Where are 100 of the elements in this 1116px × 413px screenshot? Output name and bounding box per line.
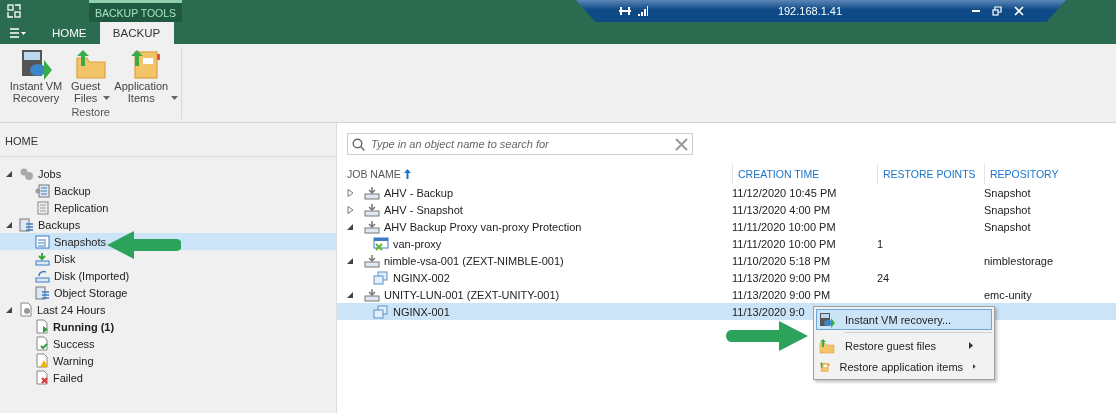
job-name: AHV - Snapshot	[384, 203, 463, 216]
job-name: NGINX-001	[393, 305, 450, 318]
collapse-triangle-icon[interactable]	[5, 169, 13, 178]
tree-label: Failed	[53, 371, 83, 384]
ribbon-tab[interactable]: BACKUP	[99, 22, 174, 44]
repository: Snapshot	[984, 186, 1031, 199]
vm-icon	[373, 304, 389, 319]
sidebar-title: HOME	[0, 123, 336, 157]
job-name: van-proxy	[393, 237, 442, 250]
column-header[interactable]: CREATION TIME	[738, 168, 820, 180]
tree-label: Last 24 Hours	[37, 303, 106, 316]
storage-icon	[19, 217, 34, 232]
table-row[interactable]: AHV - Snapshot 11/13/2020 4:00 PM Snapshot	[337, 201, 1116, 218]
app-logo-icon	[7, 4, 21, 18]
tree-label: Running (1)	[53, 320, 115, 333]
collapse-triangle-icon[interactable]	[347, 290, 354, 299]
job-name: AHV Backup Proxy van-proxy Protection	[384, 220, 582, 233]
tree-item[interactable]: Object Storage	[0, 284, 336, 301]
pin-icon	[618, 5, 632, 17]
tree-item[interactable]: Replication	[0, 199, 336, 216]
folder-upload-icon	[819, 337, 835, 354]
disk-icon	[35, 268, 50, 283]
creation-time: 11/13/2020 9:00 PM	[732, 271, 831, 284]
warning-icon	[35, 353, 49, 368]
close-icon	[675, 137, 688, 151]
tree-label: Disk (Imported)	[54, 269, 130, 282]
collapse-triangle-icon[interactable]	[347, 256, 354, 265]
close-icon	[1014, 6, 1024, 16]
signal-icon	[638, 6, 648, 16]
tree-item[interactable]: Last 24 Hours	[0, 301, 336, 318]
proxy-icon	[373, 236, 389, 251]
tree-label: Disk	[54, 252, 76, 265]
table-row[interactable]: AHV - Backup 11/12/2020 10:45 PM Snapshot	[337, 184, 1116, 201]
tree-item[interactable]: Backups	[0, 216, 336, 233]
sort-up-arrow-icon	[403, 169, 411, 179]
menu-item[interactable]: Restore application items	[816, 356, 992, 377]
menu-item[interactable]: Instant VM recovery...	[816, 309, 992, 330]
job-list-icon	[35, 183, 50, 198]
repository: Snapshot	[984, 203, 1031, 216]
column-header[interactable]: RESTORE POINTS	[883, 168, 976, 180]
server-play-icon	[819, 311, 835, 328]
tree-label: Snapshots	[54, 235, 106, 248]
ribbon-button[interactable]: Application Items	[113, 48, 178, 104]
tree-item[interactable]: Disk (Imported)	[0, 267, 336, 284]
restore-points: 1	[877, 237, 884, 250]
tree-item[interactable]: Running (1)	[0, 318, 336, 335]
column-header[interactable]: JOB NAME	[347, 168, 401, 180]
table-row[interactable]: van-proxy 11/11/2020 10:00 PM 1	[337, 235, 1116, 252]
snapshot-icon	[35, 234, 50, 249]
storage-icon	[35, 285, 50, 300]
tree-label: Backups	[38, 218, 81, 231]
tree-label: Success	[53, 337, 95, 350]
expand-triangle-icon[interactable]	[347, 205, 354, 214]
ribbon-tab[interactable]: HOME	[39, 22, 100, 44]
restore-points: 24	[877, 271, 890, 284]
vm-icon	[373, 270, 389, 285]
tree-item[interactable]: Backup	[0, 182, 336, 199]
creation-time: 11/10/2020 5:18 PM	[732, 254, 831, 267]
search-icon	[352, 137, 365, 151]
table-row[interactable]: NGINX-002 11/13/2020 9:00 PM 24	[337, 269, 1116, 286]
failed-icon	[35, 370, 49, 385]
minimize-icon	[972, 10, 980, 12]
job-icon	[364, 287, 380, 302]
tree-item[interactable]: Jobs	[0, 165, 336, 182]
job-name: UNITY-LUN-001 (ZEXT-UNITY-001)	[384, 288, 560, 301]
repository: Snapshot	[984, 220, 1031, 233]
tree-label: Warning	[53, 354, 94, 367]
success-icon	[35, 336, 49, 351]
table-row[interactable]: nimble-vsa-001 (ZEXT-NIMBLE-001) 11/10/2020 5:18 PM nimblestorage	[337, 252, 1116, 269]
running-icon	[35, 319, 49, 334]
job-name: NGINX-002	[393, 271, 450, 284]
tree-label: Backup	[54, 184, 91, 197]
collapse-triangle-icon[interactable]	[347, 222, 354, 231]
tree-item[interactable]: Warning	[0, 352, 336, 369]
group-title: Restore	[71, 106, 110, 118]
creation-time: 11/11/2020 10:00 PM	[732, 220, 836, 233]
host-address: 192.168.1.41	[776, 5, 844, 17]
table-row[interactable]: UNITY-LUN-001 (ZEXT-UNITY-001) 11/13/2020 9:00 PM emc-unity	[337, 286, 1116, 303]
job-name: nimble-vsa-001 (ZEXT-NIMBLE-001)	[384, 254, 564, 267]
search-box[interactable]: Type in an object name to search for	[347, 133, 693, 155]
book-upload-icon	[129, 48, 162, 80]
tree-item[interactable]: Success	[0, 335, 336, 352]
table-row[interactable]: AHV Backup Proxy van-proxy Protection 11/11/2020 10:00 PM Snapshot	[337, 218, 1116, 235]
disk-icon	[35, 251, 50, 266]
tree-item[interactable]: Disk	[0, 250, 336, 267]
tree-item[interactable]: Failed	[0, 369, 336, 386]
expand-triangle-icon[interactable]	[347, 188, 354, 197]
caret-icon	[103, 96, 111, 100]
collapse-triangle-icon[interactable]	[5, 305, 13, 314]
tree-label: Object Storage	[54, 286, 128, 299]
menu-item[interactable]: Restore guest files	[816, 335, 992, 356]
collapse-triangle-icon[interactable]	[5, 220, 13, 229]
column-header[interactable]: REPOSITORY	[990, 168, 1059, 180]
creation-time: 11/12/2020 10:45 PM	[732, 186, 837, 199]
tree-label: Replication	[54, 201, 109, 214]
creation-time: 11/13/2020 4:00 PM	[732, 203, 831, 216]
search-field[interactable]: Type in an object name to search for	[369, 137, 671, 151]
ribbon-button[interactable]: Guest Files	[70, 48, 112, 104]
context-tab-header: BACKUP TOOLS	[89, 0, 183, 22]
ribbon-button[interactable]: Instant VM Recovery	[4, 48, 68, 104]
